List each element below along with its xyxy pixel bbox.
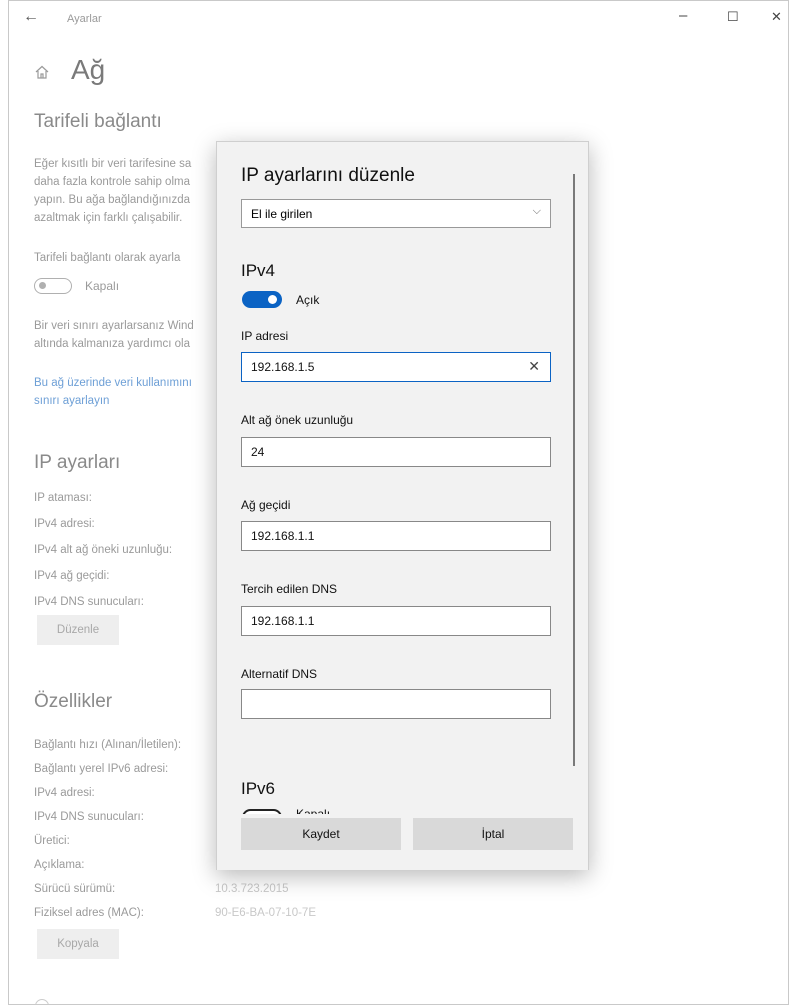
ipv6-heading: IPv6 bbox=[241, 779, 276, 798]
metered-toggle-state: Kapalı bbox=[85, 279, 120, 293]
metered-heading: Tarifeli bağlantı bbox=[34, 111, 162, 132]
chevron-down-icon: ⌵ bbox=[532, 205, 541, 217]
ipv4-prefix-label: IPv4 alt ağ öneki uzunluğu: bbox=[34, 544, 173, 556]
mac-label: Fiziksel adres (MAC): bbox=[34, 907, 144, 919]
mac-value: 90-E6-BA-07-10-7E bbox=[215, 907, 316, 919]
gateway-label: Ağ geçidi bbox=[241, 498, 291, 512]
app-title: Ayarlar bbox=[67, 13, 102, 25]
cancel-button[interactable]: İptal bbox=[413, 818, 573, 850]
page-title: Ağ bbox=[71, 54, 106, 85]
prefix-length-input[interactable]: 24 bbox=[241, 437, 551, 467]
copy-button[interactable]: Kopyala bbox=[37, 929, 119, 959]
driver-version-value: 10.3.723.2015 bbox=[215, 883, 289, 895]
data-limit-link[interactable]: Bu ağ üzerinde veri kullanımını sınırı a… bbox=[34, 374, 234, 410]
ip-settings-heading: IP ayarları bbox=[34, 452, 121, 473]
ip-assignment-label: IP ataması: bbox=[34, 492, 92, 504]
back-arrow-icon[interactable]: ← bbox=[23, 8, 39, 26]
preferred-dns-label: Tercih edilen DNS bbox=[241, 582, 338, 596]
ip-mode-select[interactable]: El ile girilen ⌵ bbox=[241, 199, 551, 228]
ipv4-gateway-label: IPv4 ağ geçidi: bbox=[34, 570, 110, 582]
description-label: Açıklama: bbox=[34, 859, 85, 871]
ipv4-toggle-state: Açık bbox=[296, 293, 320, 307]
ipv4-dns-label: IPv4 DNS sunucuları: bbox=[34, 596, 144, 608]
help-icon[interactable] bbox=[35, 999, 49, 1004]
metered-toggle[interactable] bbox=[34, 278, 72, 294]
ip-mode-value: El ile girilen bbox=[251, 207, 313, 221]
preferred-dns-value: 192.168.1.1 bbox=[251, 614, 315, 628]
prop-ipv4-label: IPv4 adresi: bbox=[34, 787, 95, 799]
edit-button[interactable]: Düzenle bbox=[37, 615, 119, 645]
edit-ip-dialog: IP ayarlarını düzenle El ile girilen ⌵ I… bbox=[216, 141, 589, 870]
properties-heading: Özellikler bbox=[34, 691, 113, 712]
ip-address-input[interactable]: 192.168.1.5 ✕ bbox=[241, 352, 551, 382]
maximize-button[interactable]: ☐ bbox=[727, 9, 739, 25]
driver-version-label: Sürücü sürümü: bbox=[34, 883, 116, 895]
clear-icon[interactable]: ✕ bbox=[528, 358, 540, 375]
home-icon[interactable] bbox=[34, 64, 50, 80]
ip-address-label: IP adresi bbox=[241, 329, 289, 343]
prop-dns-label: IPv4 DNS sunucuları: bbox=[34, 811, 144, 823]
gateway-input[interactable]: 192.168.1.1 bbox=[241, 521, 551, 551]
save-button[interactable]: Kaydet bbox=[241, 818, 401, 850]
ipv4-toggle[interactable] bbox=[242, 291, 282, 308]
link-speed-label: Bağlantı hızı (Alınan/İletilen): bbox=[34, 739, 182, 751]
preferred-dns-input[interactable]: 192.168.1.1 bbox=[241, 606, 551, 636]
ipv4-address-label: IPv4 adresi: bbox=[34, 518, 95, 530]
manufacturer-label: Üretici: bbox=[34, 835, 70, 847]
prefix-length-label: Alt ağ önek uzunluğu bbox=[241, 413, 354, 427]
ipv6-local-label: Bağlantı yerel IPv6 adresi: bbox=[34, 763, 169, 775]
ipv4-heading: IPv4 bbox=[241, 261, 276, 280]
dialog-footer: Kaydet İptal bbox=[217, 814, 588, 870]
close-button[interactable]: ✕ bbox=[771, 9, 782, 25]
dialog-title: IP ayarlarını düzenle bbox=[241, 165, 415, 186]
dialog-scrollbar[interactable] bbox=[573, 174, 575, 766]
alternate-dns-input[interactable] bbox=[241, 689, 551, 719]
alternate-dns-label: Alternatif DNS bbox=[241, 667, 318, 681]
settings-window: ← Ayarlar – ☐ ✕ Ağ Tarifeli bağlantı Eğe… bbox=[8, 0, 789, 1005]
ip-address-value: 192.168.1.5 bbox=[251, 360, 315, 374]
gateway-value: 192.168.1.1 bbox=[251, 529, 315, 543]
minimize-button[interactable]: – bbox=[679, 7, 687, 24]
prefix-length-value: 24 bbox=[251, 445, 265, 459]
title-bar: ← Ayarlar – ☐ ✕ bbox=[9, 1, 788, 35]
